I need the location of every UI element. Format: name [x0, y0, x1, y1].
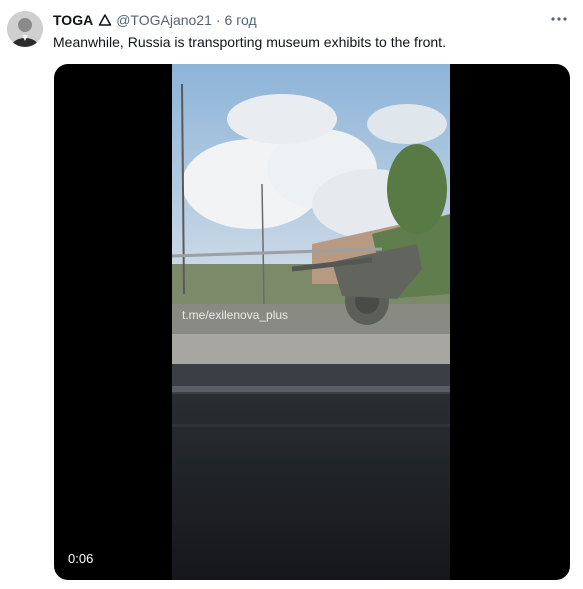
tweet-timestamp[interactable]: 6 год: [225, 12, 257, 28]
video-duration: 0:06: [68, 551, 94, 566]
display-name[interactable]: TOGA: [53, 12, 93, 28]
more-dots-icon: [551, 17, 567, 21]
avatar-image: [7, 11, 43, 47]
video-player[interactable]: t.me/exilenova_plus 0:06: [54, 64, 570, 580]
tweet-header: TOGA @TOGAjano21 · 6 год: [53, 11, 257, 29]
tweet-text: Meanwhile, Russia is transporting museum…: [53, 34, 446, 50]
video-frame: t.me/exilenova_plus: [172, 64, 450, 580]
triangle-icon: [98, 13, 112, 27]
user-handle[interactable]: @TOGAjano21: [116, 12, 212, 28]
separator-dot: ·: [215, 12, 221, 28]
author-avatar[interactable]: [7, 11, 43, 47]
more-options-button[interactable]: [548, 10, 570, 28]
video-watermark: t.me/exilenova_plus: [182, 308, 288, 322]
